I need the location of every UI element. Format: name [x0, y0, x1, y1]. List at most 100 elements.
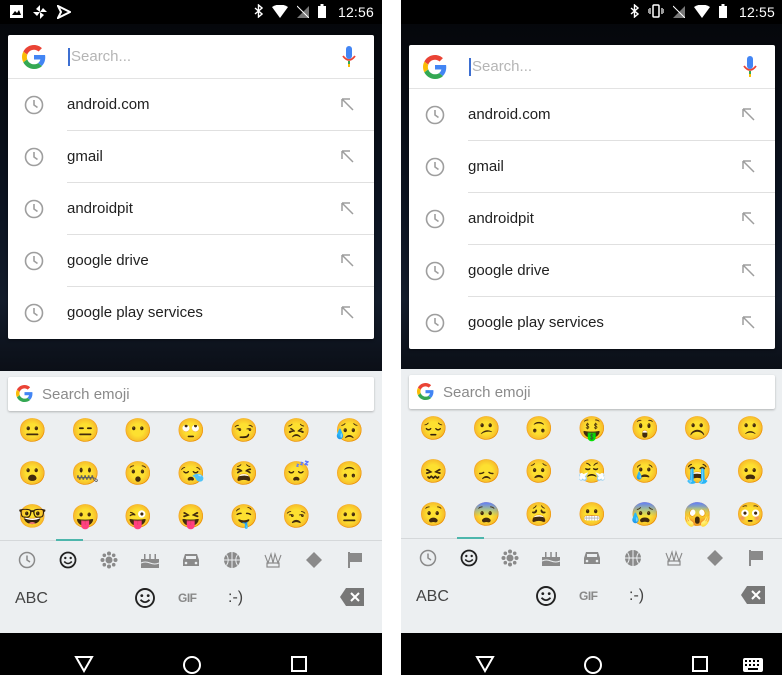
emoji-key[interactable]: 🙃: [323, 460, 376, 487]
emoji-key[interactable]: 😒: [270, 503, 323, 530]
abc-button[interactable]: ABC: [416, 588, 449, 606]
smiley-tab[interactable]: [455, 546, 483, 570]
emoji-key[interactable]: 😐: [323, 503, 376, 530]
emoji-key[interactable]: 😯: [112, 460, 165, 487]
basketball-tab[interactable]: [619, 546, 647, 570]
emoji-key[interactable]: 😖: [407, 458, 460, 485]
gif-button[interactable]: GIF: [178, 591, 197, 605]
emoji-key[interactable]: 😶: [112, 417, 165, 444]
crown-objects-tab[interactable]: [660, 546, 688, 570]
smiley-tab[interactable]: [54, 548, 82, 572]
emoji-key[interactable]: 😟: [513, 458, 566, 485]
history-item[interactable]: gmail: [8, 131, 374, 183]
car-tab[interactable]: [177, 548, 205, 572]
fill-query-arrow-icon[interactable]: [741, 159, 755, 178]
no-sim-icon: [672, 5, 686, 21]
emoji-search-field[interactable]: Search emoji: [409, 375, 775, 409]
fill-query-arrow-icon[interactable]: [741, 107, 755, 126]
search-input[interactable]: Search...: [68, 48, 131, 66]
emoji-key[interactable]: 😐: [6, 417, 59, 444]
mic-icon[interactable]: [342, 46, 356, 73]
gif-button[interactable]: GIF: [579, 589, 598, 603]
emoji-key[interactable]: 😤: [566, 458, 619, 485]
emoji-mode-button[interactable]: [535, 585, 557, 612]
emoji-key[interactable]: 😫: [217, 460, 270, 487]
crown-objects-tab[interactable]: [259, 548, 287, 572]
car-tab[interactable]: [578, 546, 606, 570]
emoji-search-field[interactable]: Search emoji: [8, 377, 374, 411]
mic-icon[interactable]: [743, 56, 757, 83]
emoji-key[interactable]: 🤑: [566, 415, 619, 442]
emoji-key[interactable]: 😭: [671, 458, 724, 485]
emoji-mode-button[interactable]: [134, 587, 156, 614]
emoji-key[interactable]: 😕: [460, 415, 513, 442]
emoji-key[interactable]: 😣: [270, 417, 323, 444]
emoji-key[interactable]: 😮: [6, 460, 59, 487]
nature-tab[interactable]: [95, 548, 123, 572]
emoji-key[interactable]: 😪: [165, 460, 218, 487]
abc-button[interactable]: ABC: [15, 590, 48, 608]
fill-query-arrow-icon[interactable]: [741, 211, 755, 230]
emoticon-button[interactable]: :-): [228, 589, 243, 607]
emoji-key[interactable]: 🤤: [217, 503, 270, 530]
cake-food-tab[interactable]: [136, 548, 164, 572]
history-item[interactable]: android.com: [409, 89, 775, 141]
history-item[interactable]: google play services: [409, 297, 775, 349]
status-right-icons: [254, 3, 326, 21]
emoji-key[interactable]: 🙁: [724, 415, 777, 442]
history-item[interactable]: android.com: [8, 79, 374, 131]
nature-tab[interactable]: [496, 546, 524, 570]
recent-clock-tab[interactable]: [13, 548, 41, 572]
emoji-key[interactable]: 😲: [618, 415, 671, 442]
emoji-key[interactable]: 😛: [59, 503, 112, 530]
emoji-key[interactable]: ☹️: [671, 415, 724, 442]
emoji-key[interactable]: 🙄: [165, 417, 218, 444]
emoji-key[interactable]: 😨: [460, 501, 513, 528]
emoji-key[interactable]: 😏: [217, 417, 270, 444]
emoji-key[interactable]: 😰: [618, 501, 671, 528]
search-bar[interactable]: Search...: [8, 35, 374, 79]
emoji-key[interactable]: 😜: [112, 503, 165, 530]
history-item[interactable]: google drive: [409, 245, 775, 297]
delete-button[interactable]: [340, 588, 364, 611]
emoji-key[interactable]: 😴: [270, 460, 323, 487]
flag-tab[interactable]: [742, 546, 770, 570]
history-item[interactable]: google play services: [8, 287, 374, 339]
fill-query-arrow-icon[interactable]: [741, 263, 755, 282]
emoji-key[interactable]: 😔: [407, 415, 460, 442]
fill-query-arrow-icon[interactable]: [340, 201, 354, 220]
cake-food-tab[interactable]: [537, 546, 565, 570]
fill-query-arrow-icon[interactable]: [340, 253, 354, 272]
emoji-key[interactable]: 😱: [671, 501, 724, 528]
diamond-symbols-tab[interactable]: [701, 546, 729, 570]
emoji-key[interactable]: 😦: [724, 458, 777, 485]
basketball-tab[interactable]: [218, 548, 246, 572]
emoji-key[interactable]: 😝: [165, 503, 218, 530]
emoji-key[interactable]: 😞: [460, 458, 513, 485]
search-bar[interactable]: Search...: [409, 45, 775, 89]
emoji-key[interactable]: 🙃: [513, 415, 566, 442]
fill-query-arrow-icon[interactable]: [741, 315, 755, 334]
emoji-key[interactable]: 😢: [618, 458, 671, 485]
history-item[interactable]: androidpit: [409, 193, 775, 245]
flag-tab[interactable]: [341, 548, 369, 572]
emoji-key[interactable]: 🤐: [59, 460, 112, 487]
diamond-symbols-tab[interactable]: [300, 548, 328, 572]
history-item[interactable]: androidpit: [8, 183, 374, 235]
recent-clock-tab[interactable]: [414, 546, 442, 570]
search-input[interactable]: Search...: [469, 58, 532, 76]
emoji-key[interactable]: 😧: [407, 501, 460, 528]
fill-query-arrow-icon[interactable]: [340, 97, 354, 116]
history-item[interactable]: google drive: [8, 235, 374, 287]
fill-query-arrow-icon[interactable]: [340, 149, 354, 168]
fill-query-arrow-icon[interactable]: [340, 305, 354, 324]
emoji-key[interactable]: 😩: [513, 501, 566, 528]
emoji-key[interactable]: 😑: [59, 417, 112, 444]
emoticon-button[interactable]: :-): [629, 587, 644, 605]
emoji-key[interactable]: 😬: [566, 501, 619, 528]
delete-button[interactable]: [741, 586, 765, 609]
emoji-key[interactable]: 🤓: [6, 503, 59, 530]
history-item[interactable]: gmail: [409, 141, 775, 193]
emoji-key[interactable]: 😳: [724, 501, 777, 528]
emoji-key[interactable]: 😥: [323, 417, 376, 444]
